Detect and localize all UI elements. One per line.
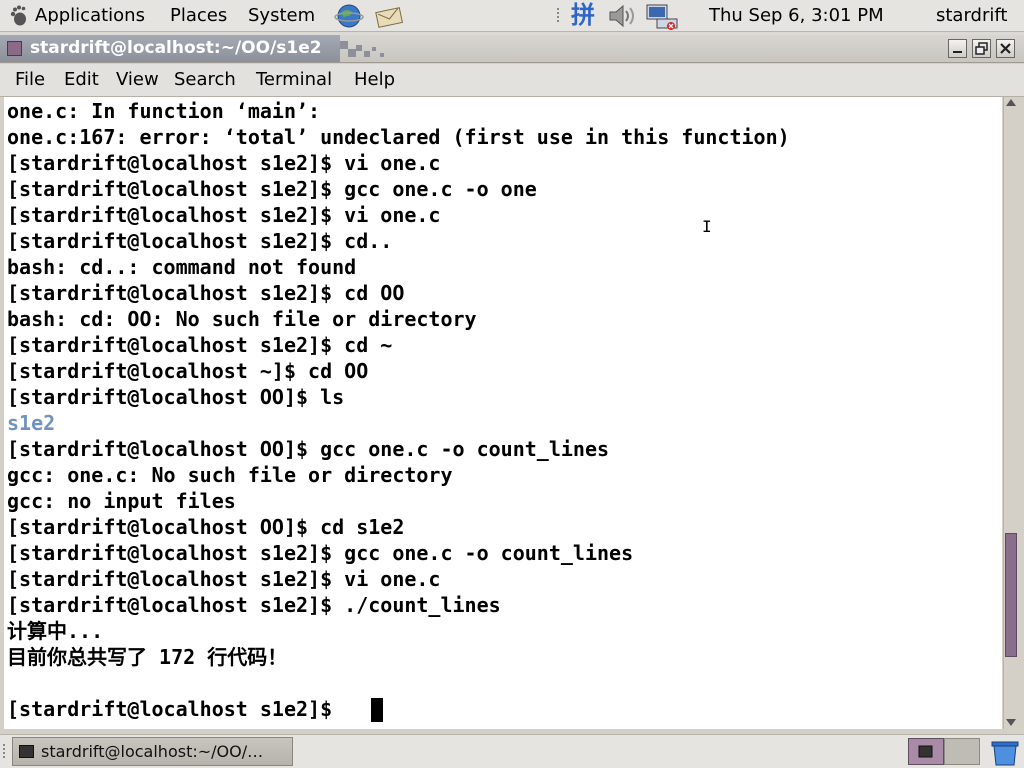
menu-edit[interactable]: Edit (64, 64, 99, 96)
workspace-2[interactable] (944, 738, 980, 765)
applications-menu[interactable]: Applications (35, 0, 145, 32)
terminal-output[interactable]: one.c: In function ‘main’: one.c:167: er… (4, 97, 1002, 729)
tray-handle-icon[interactable] (556, 7, 562, 25)
terminal-window: stardrift@localhost:~/OO/s1e2 File Edit … (0, 35, 1024, 734)
mouse-ibeam-cursor: I (702, 217, 712, 236)
terminal-prompt-line: [stardrift@localhost s1e2]$ (7, 697, 345, 721)
terminal-scrollbar[interactable] (1003, 97, 1018, 729)
menu-file[interactable]: File (15, 64, 45, 96)
minimize-button[interactable] (948, 39, 967, 58)
close-button[interactable] (996, 39, 1015, 58)
maximize-button[interactable] (972, 39, 991, 58)
web-browser-icon[interactable] (334, 3, 364, 29)
input-method-icon[interactable]: 拼 (566, 1, 600, 29)
scrollbar-thumb[interactable] (1005, 533, 1017, 658)
terminal-line: [stardrift@localhost s1e2]$ cd OO (7, 281, 405, 305)
terminal-line: one.c:167: error: ‘total’ undeclared (fi… (7, 125, 790, 149)
terminal-line: 计算中... (7, 619, 104, 643)
terminal-line: [stardrift@localhost ~]$ cd OO (7, 359, 369, 383)
trash-icon[interactable] (990, 739, 1020, 766)
menu-help[interactable]: Help (354, 64, 395, 96)
terminal-line: [stardrift@localhost s1e2]$ cd ~ (7, 333, 393, 357)
menu-search[interactable]: Search (174, 64, 236, 96)
terminal-line: [stardrift@localhost s1e2]$ vi one.c (7, 203, 441, 227)
workspace-1[interactable] (908, 738, 944, 765)
terminal-line: [stardrift@localhost s1e2]$ cd.. (7, 229, 393, 253)
terminal-icon (19, 745, 34, 758)
terminal-line: [stardrift@localhost s1e2]$ gcc one.c -o… (7, 541, 634, 565)
terminal-cursor (371, 698, 383, 722)
network-disconnected-icon[interactable] (645, 3, 679, 31)
terminal-line: [stardrift@localhost s1e2]$ vi one.c (7, 567, 441, 591)
terminal-line: bash: cd: OO: No such file or directory (7, 307, 477, 331)
window-title: stardrift@localhost:~/OO/s1e2 (30, 38, 322, 58)
terminal-line: 目前你总共写了 172 行代码！ (7, 645, 288, 669)
terminal-line: one.c: In function ‘main’: (7, 99, 321, 123)
minimize-icon (953, 51, 962, 53)
terminal-line: bash: cd..: command not found (7, 255, 357, 279)
terminal-line: [stardrift@localhost s1e2]$ vi one.c (7, 151, 441, 175)
workspace-window-icon (918, 745, 933, 758)
window-titlebar[interactable]: stardrift@localhost:~/OO/s1e2 (0, 35, 1024, 63)
terminal-line: [stardrift@localhost OO]$ cd s1e2 (7, 515, 405, 539)
title-decoration (340, 41, 384, 57)
top-panel: Applications Places System 拼 Thu Sep 6, … (0, 0, 1024, 32)
taskbar-button-terminal[interactable]: stardrift@localhost:~/OO/… (12, 737, 293, 766)
window-menu-icon[interactable] (7, 41, 22, 56)
terminal-line: [stardrift@localhost s1e2]$ ./count_line… (7, 593, 501, 617)
terminal-line: gcc: no input files (7, 489, 236, 513)
title-tab[interactable]: stardrift@localhost:~/OO/s1e2 (0, 35, 340, 62)
taskbar-button-label: stardrift@localhost:~/OO/… (41, 742, 264, 761)
menu-terminal[interactable]: Terminal (256, 64, 332, 96)
clock[interactable]: Thu Sep 6, 3:01 PM (709, 0, 884, 32)
terminal-line: [stardrift@localhost OO]$ ls (7, 385, 345, 409)
scroll-down-arrow-icon[interactable] (1006, 719, 1016, 726)
gnome-foot-icon[interactable] (9, 5, 27, 26)
system-menu[interactable]: System (248, 0, 315, 32)
menu-view[interactable]: View (116, 64, 159, 96)
user-name[interactable]: stardrift (936, 0, 1007, 32)
volume-icon[interactable] (606, 3, 638, 29)
bottom-panel: stardrift@localhost:~/OO/… (0, 734, 1024, 768)
places-menu[interactable]: Places (170, 0, 227, 32)
menubar: File Edit View Search Terminal Help (0, 64, 1024, 97)
terminal-line: [stardrift@localhost OO]$ gcc one.c -o c… (7, 437, 610, 461)
maximize-icon (975, 42, 988, 55)
terminal-line: [stardrift@localhost s1e2]$ gcc one.c -o… (7, 177, 537, 201)
terminal-line: gcc: one.c: No such file or directory (7, 463, 453, 487)
terminal-line-directory: s1e2 (7, 411, 56, 435)
panel-handle-icon[interactable] (2, 743, 7, 761)
mail-client-icon[interactable] (374, 3, 406, 29)
close-icon (1000, 43, 1011, 54)
scroll-up-arrow-icon[interactable] (1006, 99, 1016, 106)
